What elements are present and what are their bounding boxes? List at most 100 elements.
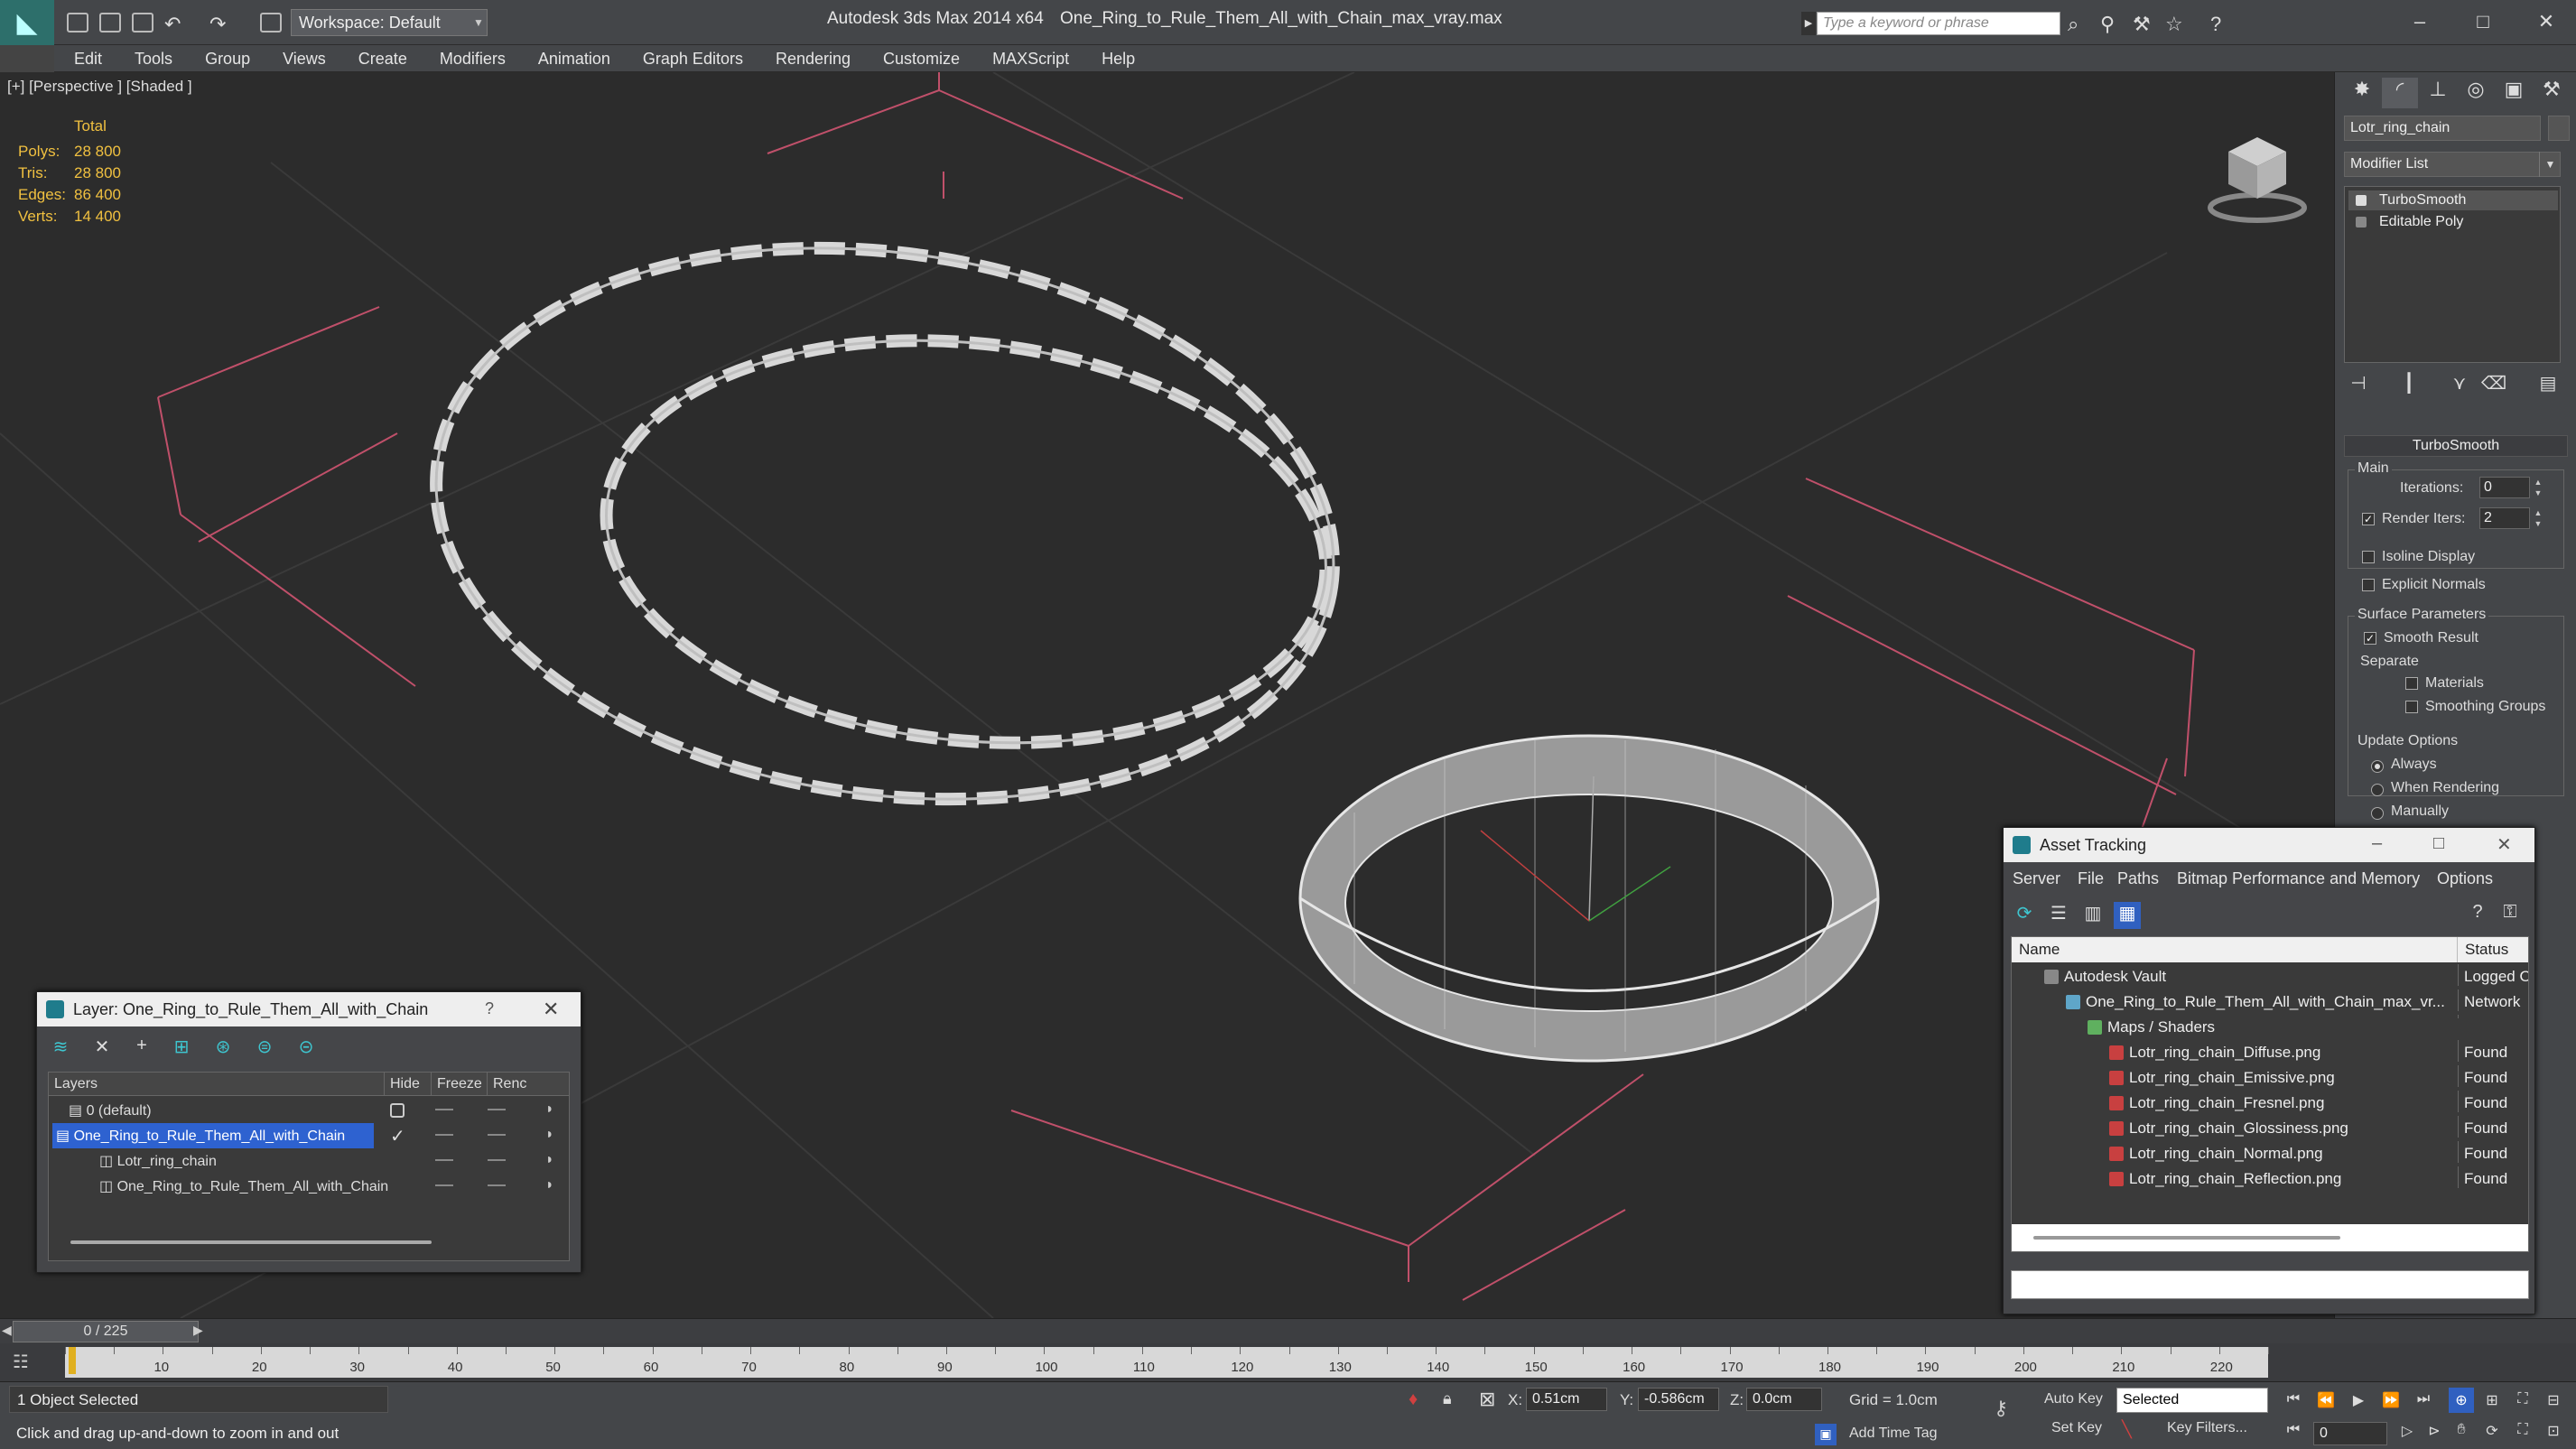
menu-edit[interactable]: Edit: [54, 45, 115, 71]
asset-menu-paths[interactable]: Paths: [2117, 869, 2159, 888]
asset-row-texture[interactable]: Lotr_ring_chain_Normal.png Found: [2012, 1141, 2528, 1166]
horizontal-scrollbar[interactable]: [2012, 1224, 2528, 1251]
modifier-list-dropdown[interactable]: Modifier List: [2344, 152, 2561, 177]
communication-icon[interactable]: ⚒: [2133, 13, 2151, 36]
redo-icon[interactable]: ↷: [209, 13, 226, 36]
maximize-icon[interactable]: □: [2458, 5, 2508, 38]
hide-toggle[interactable]: [435, 1109, 453, 1110]
column-header-status[interactable]: Status: [2458, 937, 2528, 962]
help-icon[interactable]: ?: [2210, 13, 2221, 36]
menu-graph-editors[interactable]: Graph Editors: [623, 45, 756, 71]
binoculars-icon[interactable]: ⌕: [2068, 13, 2078, 36]
zoom-extents-all-icon[interactable]: ⊟: [2541, 1388, 2566, 1413]
key-filters-button[interactable]: Key Filters...: [2167, 1420, 2247, 1436]
next-frame-icon[interactable]: ⏩: [2378, 1388, 2404, 1413]
frame-ruler[interactable]: 10 20 30 40 50 60 70 80 90 100 110 120 130 140 150 160 1…: [65, 1347, 2269, 1378]
render-iters-checkbox[interactable]: ✓: [2362, 513, 2375, 525]
layer-row[interactable]: ◫ Lotr_ring_chain ◗: [49, 1148, 569, 1174]
freeze-toggle[interactable]: [488, 1159, 506, 1161]
asset-row-texture[interactable]: Lotr_ring_chain_Emissive.png Found: [2012, 1065, 2528, 1091]
delete-layer-icon[interactable]: ✕: [88, 1036, 116, 1063]
search-expand-icon[interactable]: ▶: [1801, 12, 1816, 35]
explicit-normals-checkbox[interactable]: [2362, 579, 2375, 591]
horizontal-scrollbar[interactable]: [70, 1240, 432, 1244]
key-icon[interactable]: ⚷: [1994, 1397, 2008, 1420]
close-icon[interactable]: ✕: [2497, 833, 2512, 856]
close-icon[interactable]: ✕: [543, 998, 559, 1021]
asset-row-scene-file[interactable]: One_Ring_to_Rule_Them_All_with_Chain_max…: [2012, 989, 2528, 1015]
column-header-freeze[interactable]: Freeze: [432, 1073, 488, 1096]
x-coord-field[interactable]: 0.51cm: [1526, 1388, 1607, 1411]
menu-views[interactable]: Views: [263, 45, 339, 71]
layer-row[interactable]: ▤ 0 (default) ◗: [49, 1098, 569, 1123]
grid-view-icon[interactable]: ▦: [2114, 902, 2141, 929]
previous-frame-icon[interactable]: ⏪: [2313, 1388, 2339, 1413]
time-slider[interactable]: ◀ 0 / 225 ▶: [0, 1318, 2576, 1343]
minimize-icon[interactable]: –: [2395, 5, 2445, 38]
zoom-extents-icon[interactable]: ⛶: [2510, 1388, 2535, 1413]
always-radio[interactable]: [2371, 760, 2384, 773]
asset-path-field[interactable]: [2011, 1270, 2529, 1299]
new-file-icon[interactable]: [67, 13, 88, 33]
checkmark-icon[interactable]: ✓: [390, 1125, 405, 1147]
save-file-icon[interactable]: [132, 13, 153, 33]
zoom-all-icon[interactable]: ⊞: [2479, 1388, 2505, 1413]
maximize-viewport-icon[interactable]: ⛶: [2510, 1418, 2535, 1444]
list-view-icon[interactable]: ☰: [2045, 902, 2072, 929]
menu-tools[interactable]: Tools: [115, 45, 185, 71]
orbit-icon[interactable]: ⟳: [2479, 1418, 2505, 1444]
time-slider-thumb[interactable]: 0 / 225: [13, 1321, 199, 1342]
select-objects-icon[interactable]: ⊞: [167, 1036, 196, 1063]
scrollbar-thumb[interactable]: [2033, 1236, 2340, 1240]
lightbulb-icon[interactable]: [2356, 195, 2367, 206]
minimize-icon[interactable]: –: [2372, 833, 2382, 854]
pin-stack-icon[interactable]: ⊣: [2344, 372, 2373, 397]
asset-row-maps-shaders[interactable]: Maps / Shaders: [2012, 1015, 2528, 1040]
make-unique-icon[interactable]: ⋎: [2445, 372, 2474, 397]
iterations-spinner[interactable]: 0: [2479, 477, 2530, 498]
curve-editor-icon[interactable]: ☷: [13, 1351, 43, 1374]
asset-row-texture[interactable]: Lotr_ring_chain_Diffuse.png Found: [2012, 1040, 2528, 1065]
field-of-view-icon[interactable]: ⊳: [2422, 1418, 2447, 1444]
object-name-field[interactable]: Lotr_ring_chain: [2344, 116, 2541, 141]
expand-icon[interactable]: [2356, 217, 2367, 228]
create-tab-icon[interactable]: ✸: [2344, 78, 2380, 108]
smoothing-groups-checkbox[interactable]: [2405, 701, 2418, 713]
display-tab-icon[interactable]: ▣: [2496, 78, 2532, 108]
vault-login-icon[interactable]: ⚿: [2497, 902, 2524, 929]
layer-row-selected[interactable]: ▤ One_Ring_to_Rule_Them_All_with_Chain ✓…: [49, 1123, 569, 1148]
freeze-unfreeze-all-icon[interactable]: ⊝: [292, 1036, 321, 1063]
y-coord-field[interactable]: -0.586cm: [1638, 1388, 1719, 1411]
asset-row-vault[interactable]: Autodesk Vault Logged O: [2012, 964, 2528, 989]
maximize-icon[interactable]: □: [2433, 833, 2444, 854]
favorites-star-icon[interactable]: ☆: [2165, 13, 2183, 36]
chevron-down-icon[interactable]: ▼: [470, 9, 488, 36]
when-rendering-radio[interactable]: [2371, 784, 2384, 796]
freeze-toggle[interactable]: [488, 1109, 506, 1110]
help-icon[interactable]: ?: [485, 999, 494, 1018]
render-iters-spinner[interactable]: 2: [2479, 507, 2530, 529]
render-teapot-icon[interactable]: ◗: [545, 1101, 554, 1118]
render-teapot-icon[interactable]: ◗: [545, 1127, 554, 1143]
asset-menu-server[interactable]: Server: [2013, 869, 2060, 888]
column-header-layers[interactable]: Layers: [49, 1073, 385, 1096]
asset-menu-bitmap-performance[interactable]: Bitmap Performance and Memory: [2177, 869, 2420, 888]
hide-toggle[interactable]: [435, 1184, 453, 1186]
materials-checkbox[interactable]: [2405, 677, 2418, 690]
subscription-icon[interactable]: ⚲: [2100, 13, 2115, 36]
open-file-icon[interactable]: [99, 13, 121, 33]
render-teapot-icon[interactable]: ◗: [545, 1177, 554, 1194]
stack-item-turbosmooth[interactable]: TurboSmooth: [2348, 190, 2558, 210]
auto-key-button[interactable]: Auto Key: [2044, 1388, 2113, 1413]
menu-help[interactable]: Help: [1082, 45, 1148, 71]
workspace-dropdown[interactable]: Workspace: Default: [291, 9, 488, 36]
undo-icon[interactable]: ↶: [164, 13, 181, 36]
refresh-icon[interactable]: ⟳: [2011, 902, 2038, 929]
menu-animation[interactable]: Animation: [518, 45, 623, 71]
go-to-start-icon[interactable]: ⏮: [2281, 1388, 2306, 1413]
help-icon[interactable]: ?: [2464, 902, 2491, 929]
set-key-button[interactable]: Set Key: [2051, 1420, 2102, 1436]
isolate-selection-icon[interactable]: ♦: [1409, 1389, 1418, 1410]
freeze-toggle[interactable]: [488, 1134, 506, 1136]
asset-menu-file[interactable]: File: [2078, 869, 2104, 888]
